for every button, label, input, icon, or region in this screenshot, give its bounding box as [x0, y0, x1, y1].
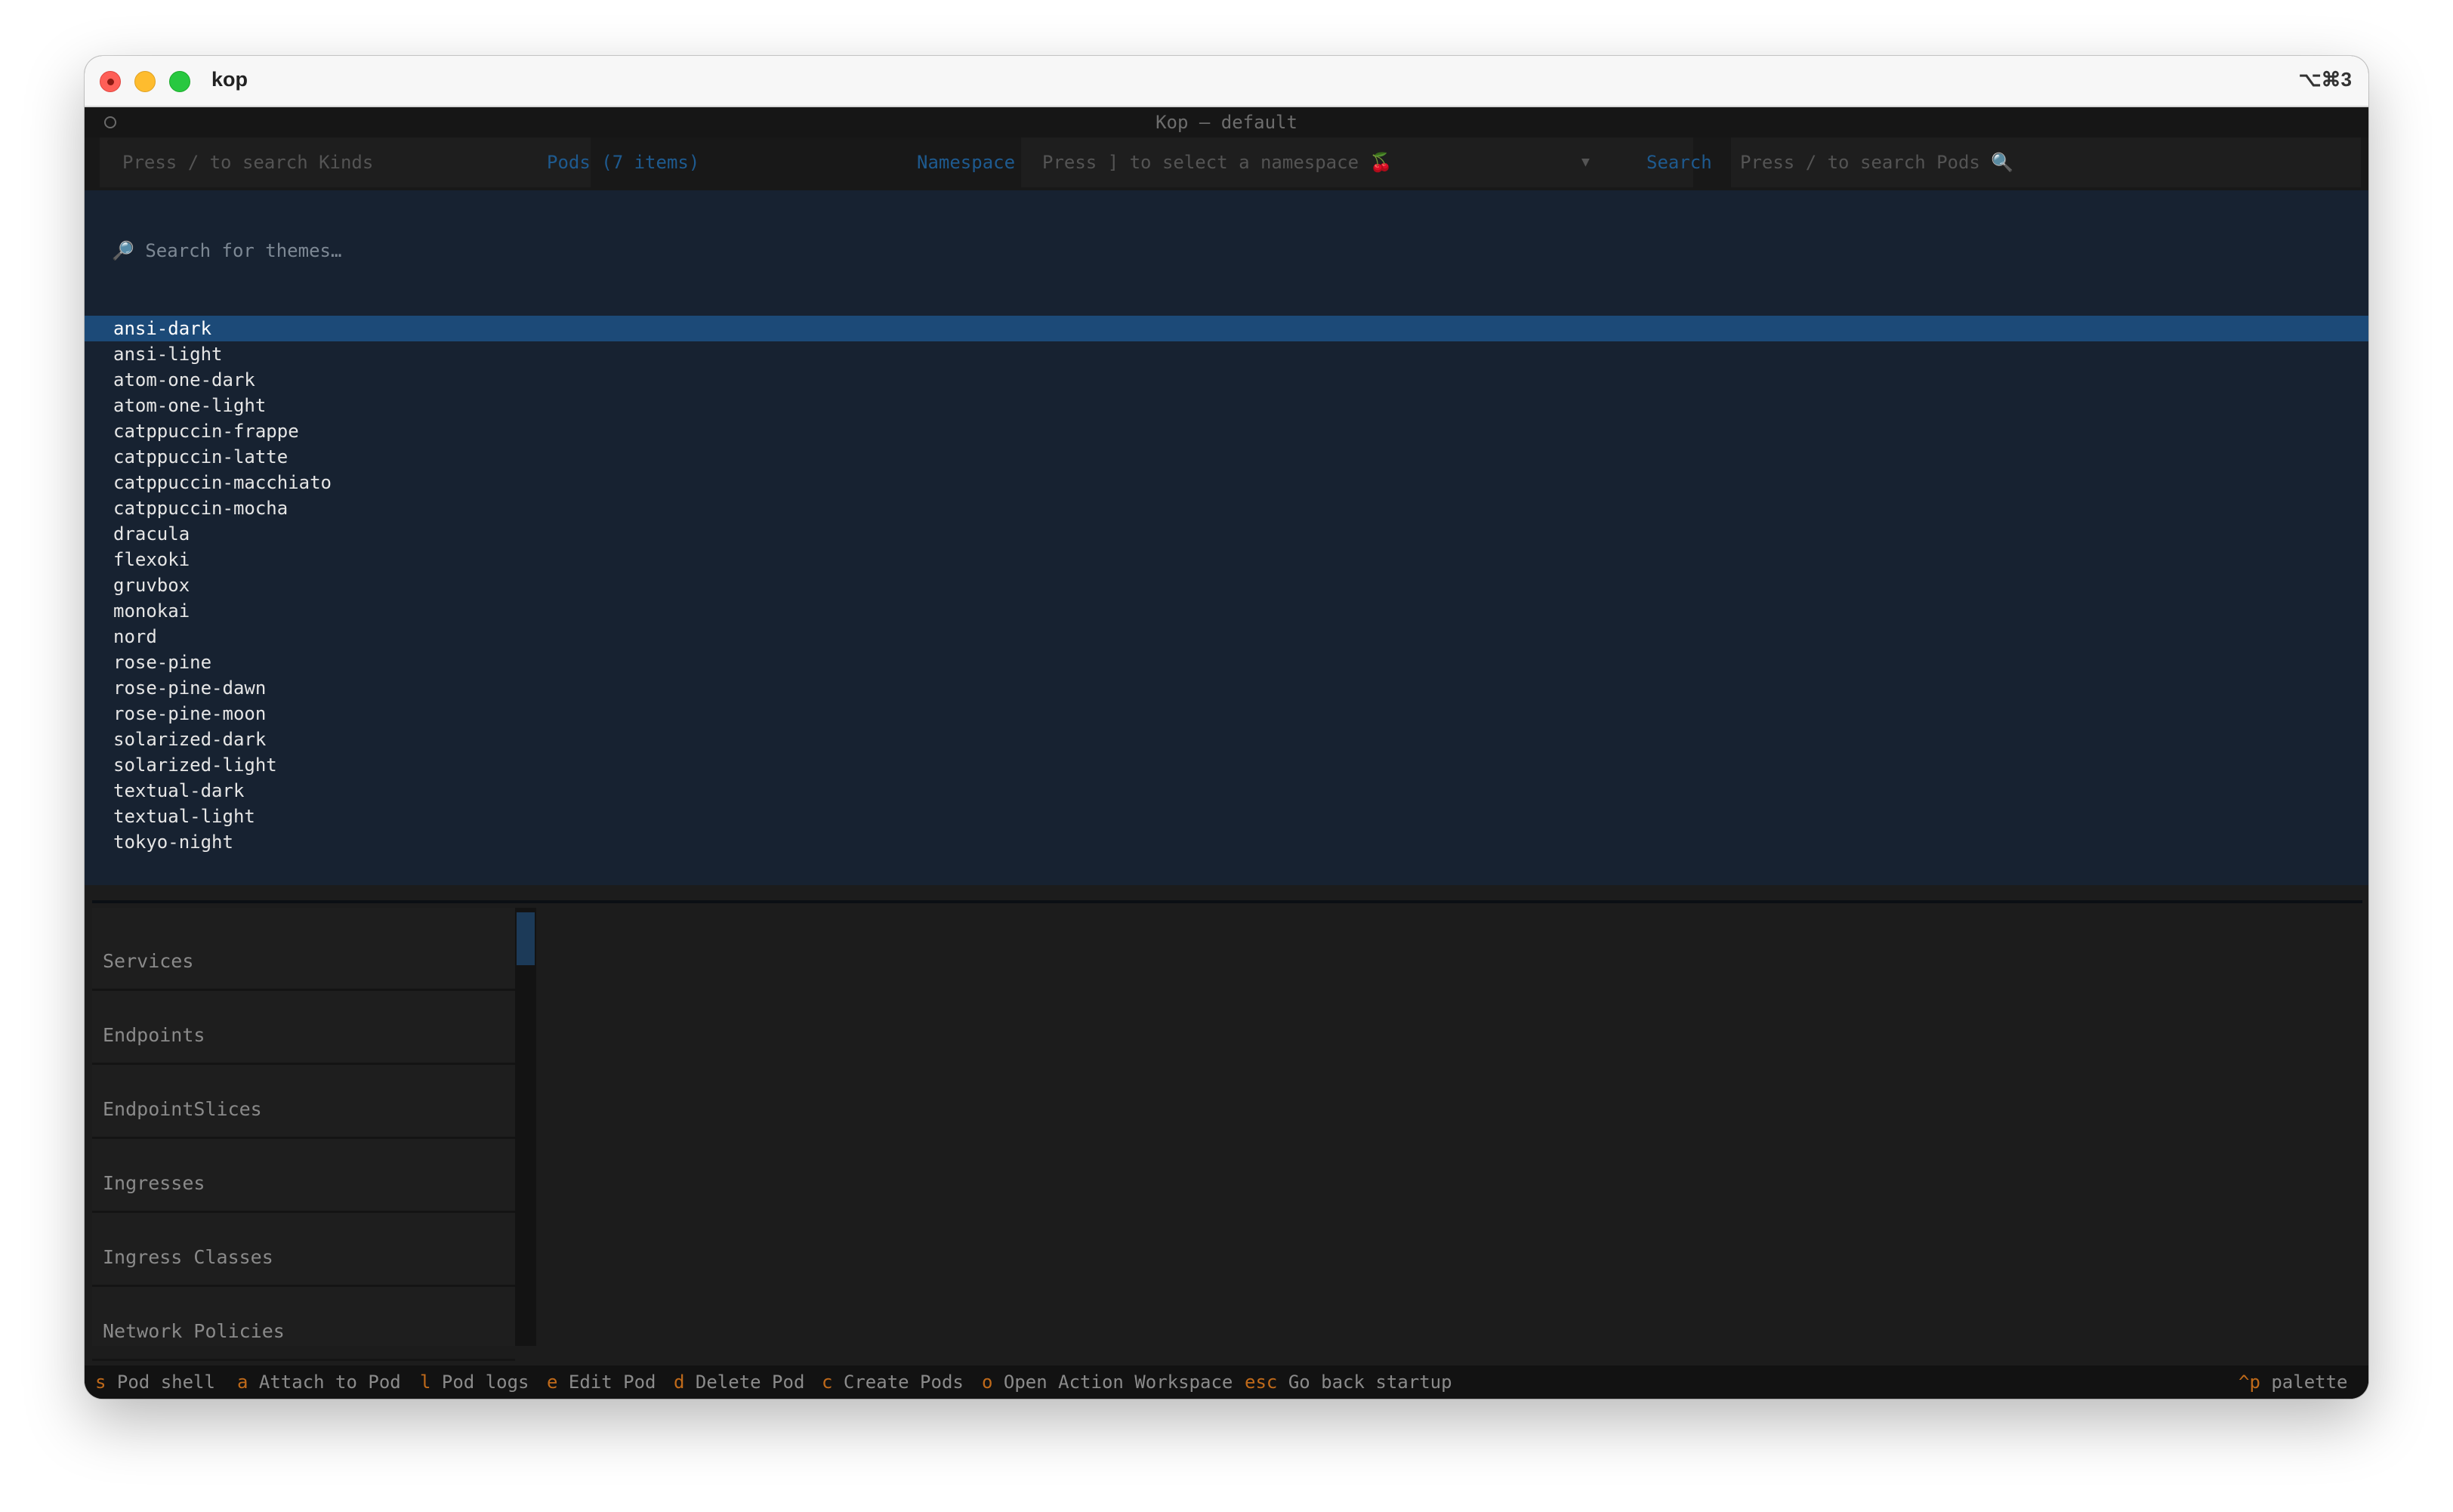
sidebar-item[interactable]: Endpoints	[92, 988, 515, 1065]
theme-option[interactable]: dracula	[85, 521, 2368, 547]
theme-list: ansi-dark ansi-light atom-one-dark atom-one…	[85, 316, 2368, 855]
theme-option[interactable]: atom-one-dark	[85, 367, 2368, 393]
footer-binding-attach[interactable]: a Attach to Pod	[237, 1365, 401, 1399]
theme-option[interactable]: solarized-dark	[85, 727, 2368, 752]
theme-search-placeholder: Search for themes…	[145, 240, 342, 261]
theme-search-input[interactable]: 🔎 Search for themes…	[112, 240, 341, 261]
app-title: Kop – default	[1156, 112, 1297, 133]
footer-binding-delete[interactable]: d Delete Pod	[674, 1365, 804, 1399]
footer-binding-go-back[interactable]: esc Go back startup	[1245, 1365, 1452, 1399]
sidebar-item-label: Network Policies	[103, 1320, 285, 1342]
footer-binding-palette[interactable]: ^p palette	[2239, 1365, 2348, 1399]
window-title: kop	[211, 68, 248, 91]
theme-option[interactable]: rose-pine	[85, 650, 2368, 675]
sidebar-item[interactable]: EndpointSlices	[92, 1062, 515, 1139]
footer-binding-shell[interactable]: s Pod shell	[95, 1365, 215, 1399]
app-header: Kop – default	[85, 107, 2368, 137]
theme-option[interactable]: catppuccin-mocha	[85, 495, 2368, 521]
theme-option[interactable]: catppuccin-latte	[85, 444, 2368, 470]
footer-key-bindings: s Pod shell a Attach to Pod l Pod logs e…	[85, 1365, 2368, 1399]
window-titlebar: kop ⌥⌘3	[85, 56, 2368, 107]
theme-option[interactable]: tokyo-night	[85, 829, 2368, 855]
sidebar-scrollbar[interactable]	[515, 908, 536, 1346]
theme-option[interactable]: gruvbox	[85, 572, 2368, 598]
window-shortcut: ⌥⌘3	[2298, 68, 2352, 91]
sidebar-item[interactable]: Services	[92, 914, 515, 991]
footer-binding-logs[interactable]: l Pod logs	[420, 1365, 529, 1399]
theme-option[interactable]: textual-dark	[85, 778, 2368, 804]
theme-option[interactable]: rose-pine-dawn	[85, 675, 2368, 701]
footer-binding-action-workspace[interactable]: o Open Action Workspace	[982, 1365, 1233, 1399]
chevron-down-icon[interactable]: ▼	[1581, 137, 1590, 187]
resource-kinds-sidebar: Services Endpoints EndpointSlices Ingresses…	[92, 908, 515, 1361]
app-status-icon	[104, 116, 116, 128]
sidebar-item[interactable]: Network Policies	[92, 1284, 515, 1361]
namespace-label: Namespace	[917, 152, 1016, 173]
theme-option[interactable]: solarized-light	[85, 752, 2368, 778]
search-label: Search	[1646, 152, 1712, 173]
theme-option[interactable]: textual-light	[85, 804, 2368, 829]
search-icon: 🔎	[112, 240, 134, 261]
footer-binding-edit[interactable]: e Edit Pod	[547, 1365, 656, 1399]
pods-count-label: Pods (7 items)	[547, 152, 700, 173]
theme-option[interactable]: monokai	[85, 598, 2368, 624]
divider	[92, 900, 2362, 903]
pods-search-placeholder: Press / to search Pods 🔍	[1740, 152, 2014, 173]
terminal-window: kop ⌥⌘3 Kop – default Press / to search …	[85, 56, 2368, 1399]
sidebar-item-label: Endpoints	[103, 1024, 205, 1046]
theme-option[interactable]: catppuccin-macchiato	[85, 470, 2368, 495]
sidebar-scrollbar-thumb[interactable]	[517, 912, 535, 965]
zoom-window-button[interactable]	[169, 71, 190, 92]
theme-option[interactable]: ansi-light	[85, 341, 2368, 367]
top-bar: Press / to search Kinds Pods (7 items) N…	[85, 137, 2368, 190]
kinds-search-placeholder: Press / to search Kinds	[122, 152, 374, 173]
sidebar-item-label: Ingresses	[103, 1172, 205, 1194]
sidebar-item-label: Ingress Classes	[103, 1246, 273, 1268]
theme-option[interactable]: flexoki	[85, 547, 2368, 572]
close-window-button[interactable]	[100, 71, 121, 92]
theme-option[interactable]: catppuccin-frappe	[85, 418, 2368, 444]
namespace-placeholder: Press ] to select a namespace 🍒	[1042, 152, 1393, 173]
minimize-window-button[interactable]	[134, 71, 156, 92]
sidebar-item-label: EndpointSlices	[103, 1098, 262, 1120]
sidebar-item-label: Services	[103, 950, 194, 972]
sidebar-item[interactable]: Ingress Classes	[92, 1210, 515, 1287]
footer-binding-create[interactable]: c Create Pods	[822, 1365, 964, 1399]
theme-option[interactable]: nord	[85, 624, 2368, 650]
theme-option[interactable]: rose-pine-moon	[85, 701, 2368, 727]
theme-option[interactable]: ansi-dark	[85, 316, 2368, 341]
sidebar-item[interactable]: Ingresses	[92, 1136, 515, 1213]
terminal-content: Kop – default Press / to search Kinds Po…	[85, 107, 2368, 1399]
theme-option[interactable]: atom-one-light	[85, 393, 2368, 418]
main-pane	[538, 908, 2361, 1346]
theme-picker-overlay: 🔎 Search for themes… ansi-dark ansi-light…	[85, 190, 2368, 885]
